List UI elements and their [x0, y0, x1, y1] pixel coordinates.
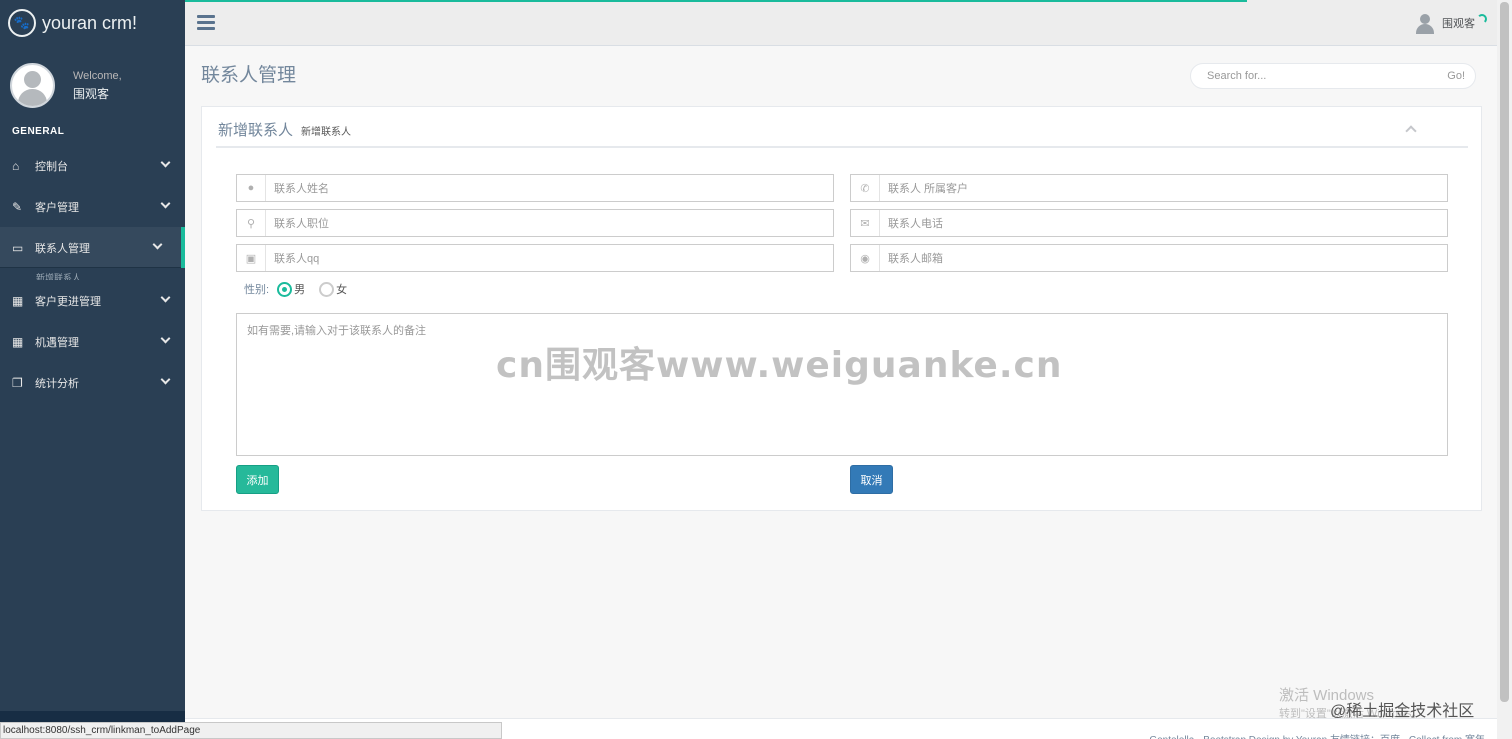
profile: Welcome, 围观客: [0, 46, 185, 118]
loading-spinner-icon: [1477, 14, 1487, 24]
add-button[interactable]: 添加: [236, 465, 279, 494]
envelope-icon: ✉: [851, 210, 880, 236]
gender-male-radio[interactable]: [277, 281, 293, 297]
page-title: 联系人管理: [201, 65, 297, 86]
lock-icon: ▣: [237, 245, 266, 271]
sidebar-item-label: 统计分析: [35, 377, 79, 390]
chevron-up-icon[interactable]: [1405, 125, 1417, 137]
table-icon: ▦: [12, 293, 24, 308]
user-menu[interactable]: 围观客: [1416, 12, 1487, 34]
chevron-down-icon: [160, 374, 171, 385]
search-input[interactable]: Search for...: [1207, 70, 1447, 82]
sidebar-item-opportunities[interactable]: ▦ 机遇管理: [0, 321, 185, 362]
edit-icon: ✎: [12, 199, 23, 214]
sidebar-item-label: 机遇管理: [35, 336, 79, 349]
search-go-button[interactable]: Go!: [1447, 70, 1465, 82]
status-bar-url: localhost:8080/ssh_crm/linkman_toAddPage: [0, 722, 502, 739]
juejin-watermark: @稀土掘金技术社区: [1330, 703, 1475, 720]
user-icon: [1416, 12, 1434, 34]
brand[interactable]: 🐾 youran crm!: [0, 0, 185, 46]
page-scrollbar[interactable]: [1497, 0, 1512, 739]
sidebar-subitem-add-contact[interactable]: 新增联系人: [0, 268, 185, 280]
chat-icon: ◉: [851, 245, 880, 271]
cancel-button[interactable]: 取消: [850, 465, 893, 494]
contact-phone-field[interactable]: ✉ 联系人电话: [850, 209, 1448, 237]
sidebar-item-label: 客户更进管理: [35, 295, 101, 308]
sidebar-item-followups[interactable]: ▦ 客户更进管理: [0, 280, 185, 321]
section-title: GENERAL: [12, 126, 65, 137]
chevron-down-icon: [160, 198, 171, 209]
table-icon: ▦: [12, 334, 24, 349]
sidebar-item-label: 控制台: [35, 160, 68, 173]
footer-text: Gentelella - Bootstrap Design by Youran …: [1149, 731, 1485, 739]
chevron-down-icon: [160, 333, 171, 344]
search-box[interactable]: Search for... Go!: [1190, 63, 1476, 89]
menu-toggle-icon[interactable]: [197, 15, 215, 33]
sidebar-item-customers[interactable]: ✎ 客户管理: [0, 186, 185, 227]
profile-name: 围观客: [73, 87, 110, 101]
sidebar-item-dashboard[interactable]: ⌂ 控制台: [0, 145, 185, 186]
contact-position-field[interactable]: ⚲ 联系人职位: [236, 209, 834, 237]
gender-female-label: 女: [336, 284, 348, 296]
phone-icon: ✆: [851, 175, 880, 201]
sidebar: 🐾 youran crm! Welcome, 围观客 GENERAL ⌂ 控制台…: [0, 0, 185, 739]
clone-icon: ❐: [12, 375, 23, 390]
avatar: [10, 62, 55, 108]
panel-subtitle: 新增联系人: [301, 127, 352, 138]
desktop-icon: ▭: [12, 240, 24, 255]
chevron-down-icon: [152, 239, 163, 250]
paw-icon: 🐾: [8, 9, 36, 37]
contact-name-field[interactable]: ● 联系人姓名: [236, 174, 834, 202]
contact-email-field[interactable]: ◉ 联系人邮箱: [850, 244, 1448, 272]
chevron-down-icon: [160, 157, 171, 168]
panel-title: 新增联系人 新增联系人: [218, 122, 352, 139]
top-nav: 围观客: [185, 0, 1497, 46]
welcome-text: Welcome,: [73, 70, 122, 82]
gender-female-radio[interactable]: [319, 281, 335, 297]
home-icon: ⌂: [12, 158, 20, 173]
sidebar-item-contacts[interactable]: ▭ 联系人管理: [0, 227, 185, 268]
chevron-down-icon: [160, 292, 171, 303]
user-icon: ●: [237, 175, 266, 201]
map-pin-icon: ⚲: [237, 210, 266, 236]
watermark: cn围观客www.weiguanke.cn: [496, 345, 1063, 386]
gender-group: 性别: 男 女: [244, 281, 347, 297]
page-load-progress: [185, 0, 1247, 2]
gender-male-label: 男: [294, 284, 306, 296]
panel-divider: [216, 146, 1468, 148]
sidebar-item-label: 客户管理: [35, 201, 79, 214]
contact-qq-field[interactable]: ▣ 联系人qq: [236, 244, 834, 272]
user-name: 围观客: [1442, 18, 1475, 30]
contact-customer-field[interactable]: ✆ 联系人 所属客户: [850, 174, 1448, 202]
brand-name: youran crm!: [42, 12, 138, 33]
sidebar-item-analytics[interactable]: ❐ 统计分析: [0, 362, 185, 403]
gender-label: 性别:: [244, 284, 270, 296]
sidebar-item-label: 联系人管理: [35, 242, 90, 255]
